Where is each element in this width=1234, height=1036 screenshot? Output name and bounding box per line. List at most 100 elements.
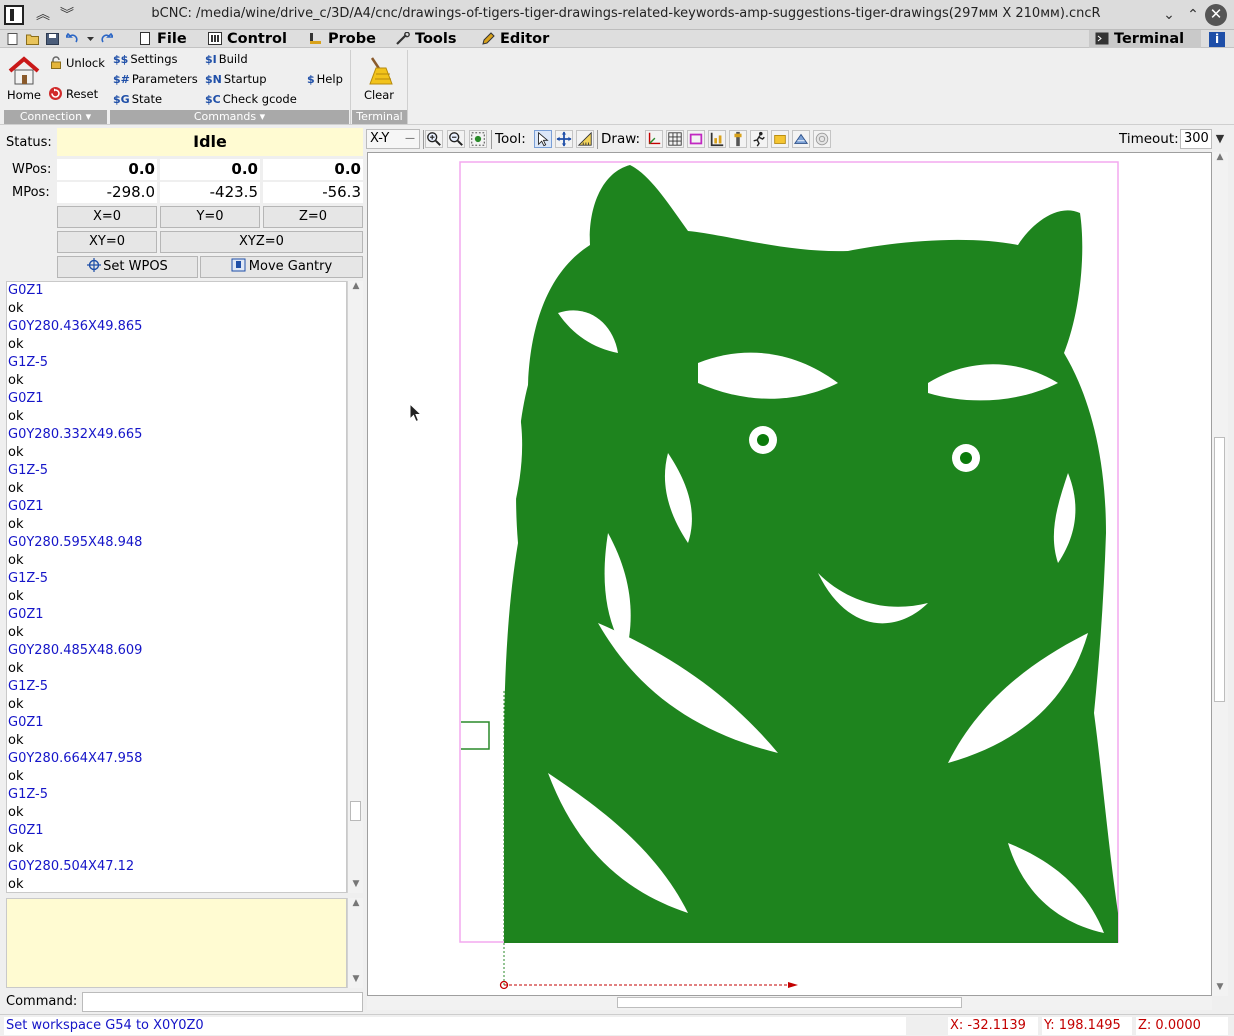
grid-icon[interactable]: [666, 130, 684, 148]
ruler-tool-icon[interactable]: [576, 130, 594, 148]
zero-z-button[interactable]: Z=0: [263, 206, 363, 228]
minimize-to-tray-icon[interactable]: ︾: [57, 5, 77, 25]
zoom-out-icon[interactable]: [447, 130, 465, 148]
workarea-icon[interactable]: [729, 130, 747, 148]
save-file-icon[interactable]: [46, 33, 59, 45]
menu-probe[interactable]: Probe: [309, 30, 376, 48]
terminal-line: G1Z-5: [8, 355, 48, 370]
draw-label: Draw:: [601, 131, 641, 147]
file-icon: [140, 32, 150, 45]
terminal-line: G0Z1: [8, 391, 44, 406]
info-button[interactable]: i: [1209, 32, 1225, 47]
margins-icon[interactable]: [687, 130, 705, 148]
terminal-line: G0Z1: [8, 499, 44, 514]
terminal-line: ok: [8, 445, 24, 460]
window-title: bCNC: /media/wine/drive_c/3D/A4/cnc/draw…: [151, 6, 1101, 21]
maximize-icon[interactable]: ⌃: [1183, 5, 1203, 25]
build-label: Build: [218, 52, 248, 66]
terminal-output[interactable]: G0Z1 ok G0Y280.436X49.865 ok G1Z-5 ok G0Z1 ok G0…: [6, 281, 347, 893]
buffer-area[interactable]: [6, 898, 347, 988]
canvas-vertical-scrollbar[interactable]: ▲ ▼: [1212, 152, 1228, 996]
new-file-icon[interactable]: [6, 33, 19, 45]
home-label: Home: [7, 88, 41, 102]
zero-xy-button[interactable]: XY=0: [57, 231, 157, 253]
settings-button[interactable]: $$ Settings: [113, 52, 177, 66]
home-button[interactable]: Home: [4, 54, 44, 104]
camera-icon[interactable]: [813, 130, 831, 148]
wpos-x[interactable]: 0.0: [57, 159, 157, 180]
zero-y-button[interactable]: Y=0: [160, 206, 260, 228]
app-icon[interactable]: [4, 5, 24, 25]
connection-group-label[interactable]: Connection ▾: [4, 110, 107, 124]
move-gantry-button[interactable]: Move Gantry: [200, 256, 363, 278]
redo-icon[interactable]: [100, 33, 113, 45]
keep-above-icon[interactable]: ︽: [33, 5, 53, 25]
zero-x-button[interactable]: X=0: [57, 206, 157, 228]
command-input[interactable]: [82, 992, 363, 1012]
scroll-up-icon[interactable]: ▲: [348, 281, 364, 295]
close-icon[interactable]: ✕: [1205, 4, 1227, 26]
gcode-canvas[interactable]: [367, 152, 1212, 996]
menu-tools[interactable]: Tools: [396, 30, 457, 48]
clear-button[interactable]: Clear: [356, 54, 402, 104]
unlock-button[interactable]: Unlock: [50, 56, 105, 70]
help-label: Help: [316, 72, 343, 86]
paths-icon[interactable]: [771, 130, 789, 148]
buffer-scrollbar[interactable]: ▲ ▼: [347, 898, 363, 988]
menu-editor[interactable]: Editor: [481, 30, 549, 48]
commands-group-label[interactable]: Commands ▾: [110, 110, 349, 124]
zoom-in-icon[interactable]: [425, 130, 443, 148]
terminal-line: G0Y280.436X49.865: [8, 319, 143, 334]
help-icon: $: [307, 73, 315, 86]
canvas-vscroll-thumb[interactable]: [1214, 437, 1225, 702]
toolbar-separator: [423, 130, 424, 149]
wpos-z[interactable]: 0.0: [263, 159, 363, 180]
scroll-down-icon[interactable]: ▼: [1212, 982, 1228, 996]
check-gcode-button[interactable]: $C Check gcode: [205, 92, 297, 106]
terminal-scroll-thumb[interactable]: [350, 801, 361, 821]
terminal-line: ok: [8, 733, 24, 748]
undo-dropdown-icon[interactable]: [84, 33, 97, 45]
undo-icon[interactable]: [66, 33, 79, 45]
minimize-icon[interactable]: ⌄: [1159, 5, 1179, 25]
scroll-up-icon[interactable]: ▲: [348, 898, 364, 912]
terminal-line: ok: [8, 301, 24, 316]
canvas-hscroll-thumb[interactable]: [617, 997, 962, 1008]
reset-button[interactable]: Reset: [48, 86, 98, 101]
help-button[interactable]: $ Help: [307, 72, 343, 86]
rapid-icon[interactable]: [750, 130, 768, 148]
scroll-up-icon[interactable]: ▲: [1212, 152, 1228, 166]
terminal-line: ok: [8, 373, 24, 388]
startup-label: Startup: [223, 72, 267, 86]
zoom-fit-icon[interactable]: [469, 130, 487, 148]
startup-button[interactable]: $N Startup: [205, 72, 267, 86]
wpos-y[interactable]: 0.0: [160, 159, 260, 180]
axes-icon[interactable]: [645, 130, 663, 148]
menu-terminal[interactable]: Terminal: [1089, 30, 1201, 48]
zero-xyz-button[interactable]: XYZ=0: [160, 231, 363, 253]
gantry-marker: [461, 721, 490, 750]
command-label: Command:: [6, 994, 78, 1009]
open-file-icon[interactable]: [26, 33, 39, 45]
state-button[interactable]: $G State: [113, 92, 162, 106]
ribbon: Home Unlock Reset Connection ▾ $$ Setting…: [0, 48, 1234, 125]
probe-icon[interactable]: [708, 130, 726, 148]
pan-tool-icon[interactable]: [555, 130, 573, 148]
terminal-line: G0Y280.595X48.948: [8, 535, 143, 550]
terminal-line: G1Z-5: [8, 463, 48, 478]
render-icon[interactable]: [792, 130, 810, 148]
select-tool-icon[interactable]: [534, 130, 552, 148]
parameters-button[interactable]: $# Parameters: [113, 72, 198, 86]
timeout-input[interactable]: 300: [1180, 129, 1212, 149]
scroll-down-icon[interactable]: ▼: [348, 879, 364, 893]
scroll-down-icon[interactable]: ▼: [348, 974, 364, 988]
build-button[interactable]: $I Build: [205, 52, 248, 66]
canvas-horizontal-scrollbar[interactable]: [367, 996, 1212, 1010]
mpos-x: -298.0: [57, 182, 157, 203]
x-axis-arrow: [788, 982, 798, 988]
menu-control[interactable]: Control: [208, 30, 287, 48]
set-wpos-button[interactable]: Set WPOS: [57, 256, 198, 278]
chevron-down-icon[interactable]: ▼: [1212, 129, 1228, 149]
menu-file[interactable]: File: [138, 30, 187, 48]
terminal-scrollbar[interactable]: ▲ ▼: [347, 281, 363, 893]
